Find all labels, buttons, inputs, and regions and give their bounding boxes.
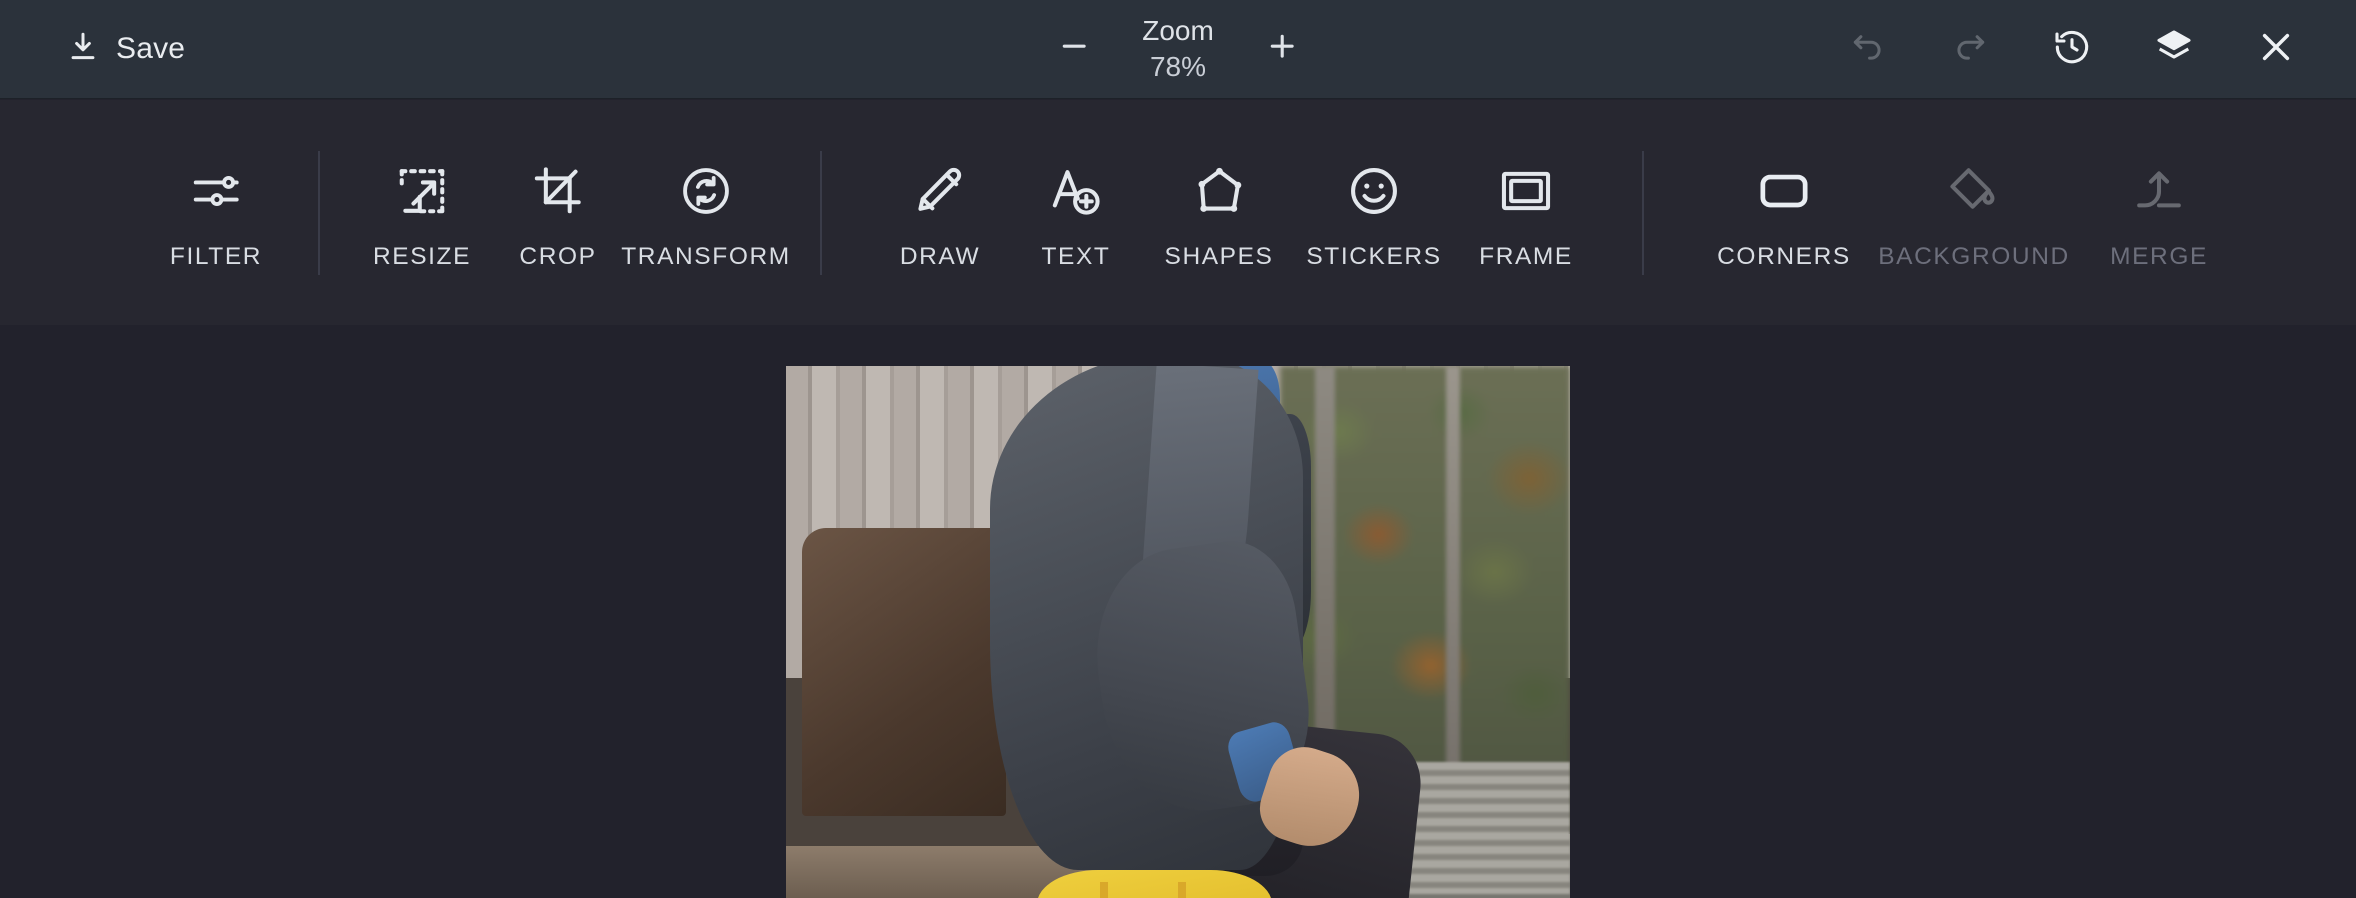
close-button[interactable] <box>2248 21 2304 77</box>
history-button[interactable] <box>2044 21 2100 77</box>
zoom-value: 78% <box>1149 51 1207 82</box>
tool-group-finish: CORNERS BACKGROUND MERGE <box>1704 100 2234 325</box>
photo-layer-strap <box>1099 882 1108 898</box>
tool-label: FRAME <box>1479 242 1573 270</box>
close-icon <box>2255 26 2297 73</box>
tool-label: BACKGROUND <box>1878 242 2070 270</box>
photo-layer-trunk <box>1446 366 1461 786</box>
tool-group-content: DRAW TEXT SHAPES STICKERS FRAME <box>872 100 1598 325</box>
tool-label: STICKERS <box>1306 242 1442 270</box>
tool-label: SHAPES <box>1164 242 1274 270</box>
minus-icon <box>1057 30 1091 69</box>
tool-label: FILTER <box>169 242 263 270</box>
layers-button[interactable] <box>2146 21 2202 77</box>
tool-label: MERGE <box>2110 242 2208 270</box>
zoom-control: Zoom 78% <box>1046 13 1310 85</box>
tool-label: TEXT <box>1041 242 1111 270</box>
tool-label: DRAW <box>899 242 981 270</box>
polygon-icon <box>1192 161 1246 221</box>
zoom-readout: Zoom 78% <box>1142 13 1214 85</box>
photo-layer-backpack <box>1036 870 1273 898</box>
save-download-icon <box>66 30 100 69</box>
layers-icon <box>2154 27 2194 72</box>
tool-filter[interactable]: FILTER <box>148 155 284 271</box>
tool-bar: FILTER RESIZE CROP TRANSFORM DRAW TEXT S… <box>0 100 2356 325</box>
resize-icon <box>395 161 449 221</box>
toolbar-divider <box>318 150 320 275</box>
transform-icon <box>679 161 733 221</box>
tool-stickers[interactable]: STICKERS <box>1294 155 1454 271</box>
toolbar-divider <box>820 150 822 275</box>
sliders-icon <box>189 161 243 221</box>
tool-shapes[interactable]: SHAPES <box>1144 155 1294 271</box>
tool-group-geometry: RESIZE CROP TRANSFORM <box>354 100 789 325</box>
tool-label: CORNERS <box>1717 242 1851 270</box>
redo-button[interactable] <box>1942 21 1998 77</box>
photo-layer-bench-back <box>801 528 1006 816</box>
toolbar-divider <box>1642 150 1644 275</box>
tool-background[interactable]: BACKGROUND <box>1864 155 2084 271</box>
history-icon <box>2052 27 2092 72</box>
tool-crop[interactable]: CROP <box>490 155 626 271</box>
tool-corners[interactable]: CORNERS <box>1704 155 1864 271</box>
editor-window: Save Zoom 78% FILTER RESIZE CROP TRANSFO… <box>0 0 2356 898</box>
undo-button[interactable] <box>1840 21 1896 77</box>
tool-draw[interactable]: DRAW <box>872 155 1008 271</box>
tool-transform[interactable]: TRANSFORM <box>621 155 789 271</box>
tool-group-adjust: FILTER <box>148 100 284 325</box>
zoom-out-button[interactable] <box>1046 21 1102 77</box>
zoom-in-button[interactable] <box>1254 21 1310 77</box>
zoom-label: Zoom <box>1142 15 1214 47</box>
photo-layer-strap <box>1178 882 1186 898</box>
tool-text[interactable]: TEXT <box>1008 155 1144 271</box>
merge-arrow-icon <box>2132 161 2186 221</box>
undo-icon <box>1849 28 1887 71</box>
canvas-area[interactable] <box>0 325 2356 898</box>
top-bar: Save Zoom 78% <box>0 0 2356 99</box>
frame-icon <box>1499 161 1553 221</box>
text-add-icon <box>1049 161 1103 221</box>
tool-frame[interactable]: FRAME <box>1454 155 1598 271</box>
save-label: Save <box>116 32 186 65</box>
tool-label: RESIZE <box>372 242 472 270</box>
save-button[interactable]: Save <box>66 30 185 69</box>
edited-photo[interactable] <box>786 366 1570 898</box>
plus-icon <box>1265 30 1299 69</box>
tool-resize[interactable]: RESIZE <box>354 155 490 271</box>
tool-label: CROP <box>519 242 597 270</box>
paint-bucket-icon <box>1947 161 2001 221</box>
smiley-icon <box>1347 161 1401 221</box>
crop-icon <box>531 161 585 221</box>
top-bar-actions <box>1840 21 2304 77</box>
tool-label: TRANSFORM <box>621 242 791 270</box>
redo-icon <box>1951 28 1989 71</box>
tool-merge[interactable]: MERGE <box>2084 155 2234 271</box>
pencil-icon <box>913 161 967 221</box>
rounded-rect-icon <box>1757 161 1811 221</box>
